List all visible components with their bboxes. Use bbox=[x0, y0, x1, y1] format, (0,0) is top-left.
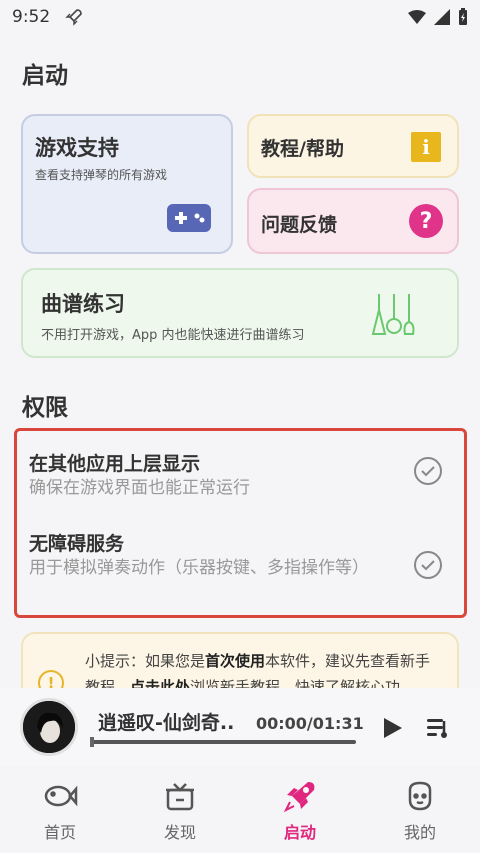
game-support-title: 游戏支持 bbox=[35, 136, 119, 160]
wifi-icon bbox=[408, 10, 426, 24]
song-title: 逍遥叹-仙剑奇.. bbox=[98, 712, 235, 734]
box-icon bbox=[166, 783, 194, 811]
section-title-permissions: 权限 bbox=[22, 395, 68, 421]
sheet-practice-subtitle: 不用打开游戏，App 内也能快速进行曲谱练习 bbox=[41, 328, 305, 343]
album-avatar[interactable] bbox=[20, 698, 78, 756]
game-support-card[interactable]: 游戏支持 查看支持弹琴的所有游戏 bbox=[21, 114, 233, 254]
rocket-icon bbox=[284, 782, 315, 812]
sheet-practice-title: 曲谱练习 bbox=[41, 292, 125, 316]
tutorial-help-card[interactable]: 教程/帮助 i bbox=[247, 114, 459, 178]
tab-profile[interactable]: 我的 bbox=[360, 766, 480, 853]
section-title-launch: 启动 bbox=[22, 63, 68, 89]
tutorial-help-title: 教程/帮助 bbox=[261, 138, 344, 160]
question-icon: ? bbox=[409, 204, 443, 238]
game-support-subtitle: 查看支持弹琴的所有游戏 bbox=[35, 168, 168, 182]
play-button[interactable] bbox=[384, 718, 402, 738]
playlist-icon[interactable] bbox=[427, 717, 451, 739]
permission-item-accessibility[interactable]: 无障碍服务 用于模拟弹奏动作（乐器按键、多指操作等） bbox=[17, 521, 464, 616]
sheet-practice-card[interactable]: 曲谱练习 不用打开游戏，App 内也能快速进行曲谱练习 bbox=[21, 268, 459, 358]
rocket-notification-icon bbox=[65, 9, 82, 26]
status-time: 9:52 bbox=[12, 7, 51, 27]
song-time: 00:00/01:31 bbox=[256, 714, 364, 733]
progress-bar[interactable] bbox=[90, 737, 356, 747]
tab-home-label: 首页 bbox=[43, 823, 76, 842]
tab-profile-label: 我的 bbox=[403, 823, 436, 842]
feedback-card[interactable]: 问题反馈 ? bbox=[247, 188, 459, 254]
permission-item-overlay[interactable]: 在其他应用上层显示 确保在游戏界面也能正常运行 bbox=[17, 431, 464, 521]
mini-player[interactable]: 逍遥叹-仙剑奇.. 00:00/01:31 bbox=[0, 688, 480, 766]
tab-discover[interactable]: 发现 bbox=[120, 766, 240, 853]
guitars-icon bbox=[371, 294, 415, 335]
fish-icon bbox=[44, 785, 78, 807]
check-circle-icon bbox=[414, 551, 442, 579]
signal-icon bbox=[434, 9, 450, 25]
face-icon bbox=[408, 781, 432, 811]
battery-icon bbox=[459, 8, 467, 25]
feedback-title: 问题反馈 bbox=[261, 214, 338, 236]
bottom-tab-bar: 首页 发现 启动 我的 bbox=[0, 766, 480, 853]
permission-accessibility-desc: 用于模拟弹奏动作（乐器按键、多指操作等） bbox=[29, 558, 369, 578]
tab-launch-label: 启动 bbox=[283, 823, 316, 842]
tip-first-use: 首次使用 bbox=[205, 652, 266, 670]
progress-knob[interactable] bbox=[90, 737, 94, 747]
info-icon: i bbox=[411, 132, 441, 162]
permission-accessibility-title: 无障碍服务 bbox=[29, 533, 125, 555]
permission-overlay-desc: 确保在游戏界面也能正常运行 bbox=[29, 478, 250, 498]
check-circle-icon bbox=[414, 457, 442, 485]
tab-home[interactable]: 首页 bbox=[0, 766, 120, 853]
permission-overlay-title: 在其他应用上层显示 bbox=[29, 453, 201, 475]
tab-launch[interactable]: 启动 bbox=[240, 766, 360, 853]
tab-discover-label: 发现 bbox=[163, 823, 196, 842]
permissions-highlight-box: 在其他应用上层显示 确保在游戏界面也能正常运行 无障碍服务 用于模拟弹奏动作（乐… bbox=[14, 428, 467, 618]
status-bar: 9:52 bbox=[0, 0, 480, 34]
gamepad-icon bbox=[167, 204, 211, 232]
